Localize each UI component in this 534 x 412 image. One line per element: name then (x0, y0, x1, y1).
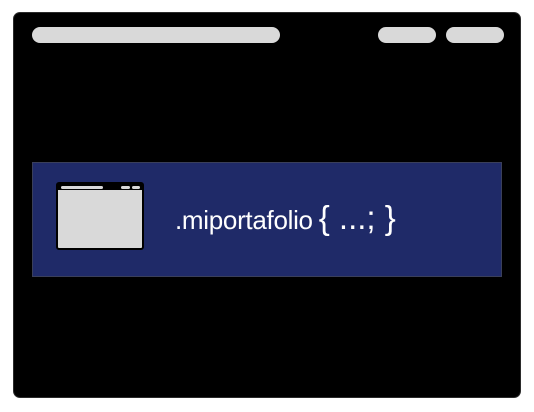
brand-name: .miportafolio (175, 205, 313, 235)
mini-titlebar (58, 184, 142, 190)
logo-text: .miportafolio{ ...; } (175, 193, 396, 243)
window-control-button[interactable] (378, 27, 436, 43)
hero-banner: .miportafolio{ ...; } (32, 162, 502, 277)
window-control-button[interactable] (446, 27, 504, 43)
mini-address-bar (61, 185, 103, 189)
address-bar[interactable] (32, 27, 280, 43)
mini-control (132, 185, 140, 189)
mini-control (121, 185, 130, 189)
browser-window: .miportafolio{ ...; } (13, 12, 521, 398)
brand-code-braces: { ...; } (318, 199, 396, 236)
browser-window-icon (56, 182, 144, 250)
